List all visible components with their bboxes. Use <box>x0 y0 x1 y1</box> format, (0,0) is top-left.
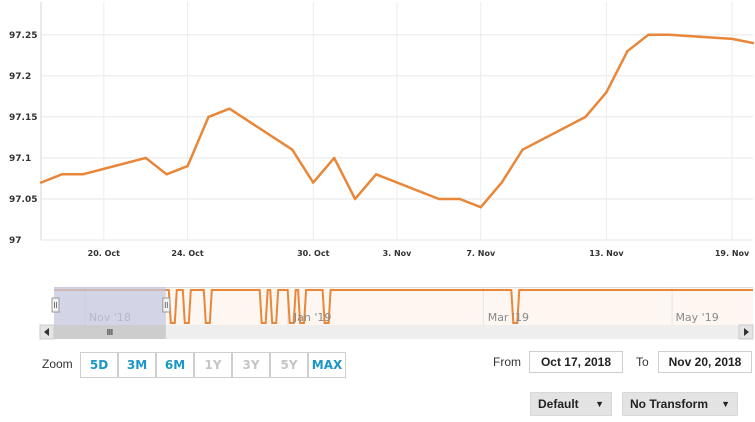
x-tick-label: 3. Nov <box>383 249 413 258</box>
x-tick-label: 30. Oct <box>297 249 330 258</box>
transform-select-value: No Transform <box>630 397 709 411</box>
y-tick-label: 97.15 <box>9 113 37 123</box>
data-point <box>374 173 378 176</box>
navigator-date-label: Mar '19 <box>488 311 529 324</box>
y-tick-label: 97 <box>9 236 22 246</box>
zoom-6m-button[interactable]: 6M <box>156 352 194 378</box>
data-point <box>39 181 43 184</box>
data-point <box>668 33 671 36</box>
price-chart[interactable]: 97 97.05 97.1 97.15 97.2 97.25 20. Oct 24. Oct… <box>0 0 755 345</box>
scrollbar[interactable] <box>39 324 754 340</box>
x-tick-label: 20. Oct <box>88 249 121 258</box>
data-point <box>186 164 189 168</box>
data-point <box>144 156 147 160</box>
x-tick-label: 13. Nov <box>589 249 624 258</box>
data-point <box>228 107 231 110</box>
data-point <box>165 173 168 176</box>
from-date-input[interactable]: Oct 17, 2018 <box>529 351 623 373</box>
x-tick-label: 24. Oct <box>171 249 204 258</box>
data-point <box>647 33 650 36</box>
data-point <box>353 197 357 201</box>
y-tick-label: 97.2 <box>9 72 31 82</box>
zoom-5y-button[interactable]: 5Y <box>270 352 308 378</box>
navigator-right-handle[interactable] <box>162 297 171 313</box>
zoom-1y-button[interactable]: 1Y <box>194 352 232 378</box>
zoom-3m-button[interactable]: 3M <box>118 352 156 378</box>
data-point <box>291 148 294 151</box>
zoom-max-button[interactable]: MAX <box>308 352 346 378</box>
data-point <box>60 173 64 176</box>
mode-select[interactable]: Default ▼ <box>530 392 612 416</box>
data-point <box>500 181 503 184</box>
zoom-3y-button[interactable]: 3Y <box>232 352 270 378</box>
data-point <box>751 41 755 45</box>
data-point <box>626 50 629 53</box>
data-point <box>584 115 587 119</box>
to-label: To <box>636 355 649 369</box>
chevron-down-icon: ▼ <box>721 399 730 409</box>
navigator-date-label: Jan '19 <box>293 311 331 324</box>
from-label: From <box>493 355 521 369</box>
y-tick-label: 97.25 <box>9 31 37 41</box>
zoom-label: Zoom <box>42 357 73 371</box>
zoom-5d-button[interactable]: 5D <box>80 352 118 378</box>
transform-select[interactable]: No Transform ▼ <box>622 392 738 416</box>
x-tick-label: 19. Nov <box>715 249 750 258</box>
to-date-input[interactable]: Nov 20, 2018 <box>658 351 752 373</box>
y-axis-labels: 97 97.05 97.1 97.15 97.2 97.25 <box>9 31 37 246</box>
data-point <box>312 181 315 184</box>
y-tick-label: 97.05 <box>9 195 37 205</box>
data-point <box>458 197 461 201</box>
x-axis-labels: 20. Oct 24. Oct 30. Oct 3. Nov 7. Nov 13. Nov… <box>88 249 750 258</box>
data-point <box>207 115 210 119</box>
navigator-left-handle[interactable] <box>51 297 60 313</box>
x-tick-label: 7. Nov <box>466 249 496 258</box>
data-point <box>521 148 524 151</box>
navigator-date-label: May '19 <box>675 311 718 324</box>
y-tick-label: 97.1 <box>9 154 31 164</box>
data-point <box>333 156 336 160</box>
data-point <box>437 197 441 201</box>
navigator[interactable]: Nov '18Jan '19Mar '19May '19 <box>51 287 753 325</box>
data-point <box>81 173 85 176</box>
mode-select-value: Default <box>538 397 579 411</box>
data-point <box>605 91 608 94</box>
chevron-down-icon: ▼ <box>595 399 604 409</box>
navigator-selection-mask[interactable] <box>54 287 166 325</box>
data-point <box>479 206 482 209</box>
data-point <box>730 37 734 41</box>
